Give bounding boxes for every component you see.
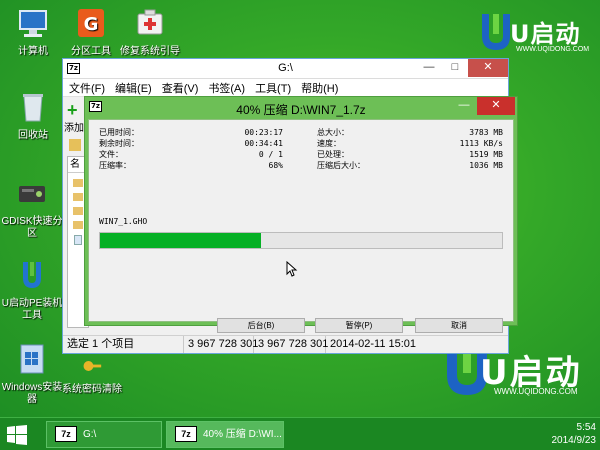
desktop: 计算机 G 分区工具 修复系统引导 回收站 GDISK快速分区 U启动PE装机工… xyxy=(0,0,600,417)
ratio-value: 68% xyxy=(268,161,283,170)
progress-bar xyxy=(99,232,503,249)
brand-url: WWW.UQIDONG.COM xyxy=(516,46,590,53)
desktop-icon-password-clear[interactable]: 系统密码清除 xyxy=(60,354,124,396)
status-selected: 选定 1 个项目 xyxy=(63,336,184,353)
remaining-value: 00:34:41 xyxy=(244,139,283,148)
mouse-cursor-icon xyxy=(286,261,298,277)
elapsed-value: 00:23:17 xyxy=(244,128,283,137)
status-packed-size: 3 967 728 301 xyxy=(254,336,328,353)
brand-title: U启动 xyxy=(510,20,581,48)
windows-installer-icon xyxy=(20,344,44,374)
add-button-label[interactable]: 添加 xyxy=(64,119,84,134)
desktop-icon-repair-boot[interactable]: 修复系统引导 xyxy=(118,6,182,58)
progress-body: 已用时间： 00:23:17 剩余时间： 00:34:41 文件： 0 / 1 压缩率… xyxy=(88,119,514,333)
computer-icon xyxy=(19,10,47,37)
time-stats: 已用时间： 00:23:17 剩余时间： 00:34:41 文件： 0 / 1 压缩率… xyxy=(99,127,283,171)
desktop-icon-label: GDISK快速分区 xyxy=(1,216,63,239)
menu-bar: 文件(F) 编辑(E) 查看(V) 书签(A) 工具(T) 帮助(H) xyxy=(63,79,508,97)
files-value: 0 / 1 xyxy=(258,150,283,159)
cancel-button[interactable]: 取消 xyxy=(415,318,503,333)
close-button[interactable]: ✕ xyxy=(468,59,508,77)
desktop-icon-label: 修复系统引导 xyxy=(120,46,180,57)
folder-icon xyxy=(73,193,83,201)
file-icon xyxy=(74,235,82,245)
status-bar: 选定 1 个项目 3 967 728 301 3 967 728 301 201… xyxy=(63,335,508,353)
brand-logo-top: U启动 WWW.UQIDONG.COM xyxy=(478,10,590,56)
brand-url: WWW.UQIDONG.COM xyxy=(494,387,578,396)
taskbar-item-label: G:\ xyxy=(83,429,97,440)
progress-titlebar[interactable]: 7z 40% 压缩 D:\WIN7_1.7z — ✕ xyxy=(85,97,517,119)
status-size: 3 967 728 301 xyxy=(184,336,258,353)
desktop-icon-windows-installer[interactable]: Windows安装器 xyxy=(0,342,64,406)
minimize-button[interactable]: — xyxy=(451,97,477,115)
total-size-value: 3783 MB xyxy=(469,128,503,137)
compressed-size-label: 压缩后大小： xyxy=(317,161,365,170)
7z-app-icon: 7z xyxy=(55,426,77,443)
current-file: WIN7_1.GHO xyxy=(99,217,148,226)
size-stats: 总大小： 3783 MB 速度： 1113 KB/s 已处理： 1519 MB 压缩后… xyxy=(317,127,503,171)
folder-icon xyxy=(73,179,83,187)
desktop-icon-label: U启动PE装机工具 xyxy=(1,298,63,321)
desktop-icon-computer[interactable]: 计算机 xyxy=(2,6,64,58)
folder-icon xyxy=(73,221,83,229)
taskbar: 7z G:\ 7z 40% 压缩 D:\WI... 5:54 2014/9/23 xyxy=(0,417,600,450)
remaining-label: 剩余时间： xyxy=(99,139,139,148)
taskbar-item-label: 40% 压缩 D:\WI... xyxy=(203,429,282,440)
menu-help[interactable]: 帮助(H) xyxy=(301,80,338,96)
speed-value: 1113 KB/s xyxy=(459,139,503,148)
desktop-icon-label: 分区工具 xyxy=(71,46,111,57)
windows-start-icon[interactable] xyxy=(6,424,28,446)
desktop-icon-pe-installer[interactable]: U启动PE装机工具 xyxy=(0,258,64,322)
partition-tool-icon: G xyxy=(78,9,104,37)
explorer-titlebar[interactable]: 7z G:\ — □ ✕ xyxy=(63,59,508,79)
menu-view[interactable]: 查看(V) xyxy=(162,80,199,96)
compressed-size-value: 1036 MB xyxy=(469,161,503,170)
desktop-icon-label: 系统密码清除 xyxy=(62,384,122,395)
clock-time: 5:54 xyxy=(576,422,596,433)
gdisk-icon xyxy=(19,186,45,202)
desktop-icon-recycle-bin[interactable]: 回收站 xyxy=(2,90,64,142)
status-modified: 2014-02-11 15:01 xyxy=(330,338,417,350)
progress-bar-fill xyxy=(100,233,261,248)
pause-button[interactable]: 暂停(P) xyxy=(315,318,403,333)
menu-edit[interactable]: 编辑(E) xyxy=(115,80,152,96)
desktop-icon-partition-tool[interactable]: G 分区工具 xyxy=(60,6,122,58)
desktop-icon-label: 回收站 xyxy=(18,130,48,141)
taskbar-item-explorer[interactable]: 7z G:\ xyxy=(46,421,162,448)
maximize-button[interactable]: □ xyxy=(442,59,468,77)
repair-boot-icon xyxy=(137,9,163,35)
system-tray-clock[interactable]: 5:54 2014/9/23 xyxy=(552,421,597,447)
speed-label: 速度： xyxy=(317,139,341,148)
desktop-icon-label: 计算机 xyxy=(18,46,48,57)
processed-label: 已处理： xyxy=(317,150,349,159)
7z-app-icon: 7z xyxy=(175,426,197,443)
desktop-icon-label: Windows安装器 xyxy=(1,382,63,405)
desktop-icon-gdisk[interactable]: GDISK快速分区 xyxy=(0,176,64,240)
elapsed-label: 已用时间： xyxy=(99,128,139,137)
folder-icon xyxy=(73,207,83,215)
ratio-label: 压缩率： xyxy=(99,161,131,170)
menu-tools[interactable]: 工具(T) xyxy=(255,80,291,96)
clock-date: 2014/9/23 xyxy=(551,435,597,446)
svg-text:G: G xyxy=(84,14,99,35)
background-button[interactable]: 后台(B) xyxy=(217,318,305,333)
files-label: 文件： xyxy=(99,150,123,159)
up-folder-icon[interactable] xyxy=(69,139,81,151)
menu-bookmarks[interactable]: 书签(A) xyxy=(208,80,245,96)
pe-installer-icon xyxy=(23,262,41,288)
menu-file[interactable]: 文件(F) xyxy=(69,80,105,96)
close-button[interactable]: ✕ xyxy=(477,97,515,115)
add-icon[interactable]: + xyxy=(67,101,78,119)
minimize-button[interactable]: — xyxy=(416,59,442,77)
password-clear-icon xyxy=(83,361,102,371)
progress-dialog: 7z 40% 压缩 D:\WIN7_1.7z — ✕ 已用时间： 00:23:17… xyxy=(84,96,518,333)
recycle-bin-icon xyxy=(23,94,43,122)
processed-value: 1519 MB xyxy=(469,150,503,159)
taskbar-item-progress[interactable]: 7z 40% 压缩 D:\WI... xyxy=(166,421,284,448)
total-size-label: 总大小： xyxy=(317,128,349,137)
